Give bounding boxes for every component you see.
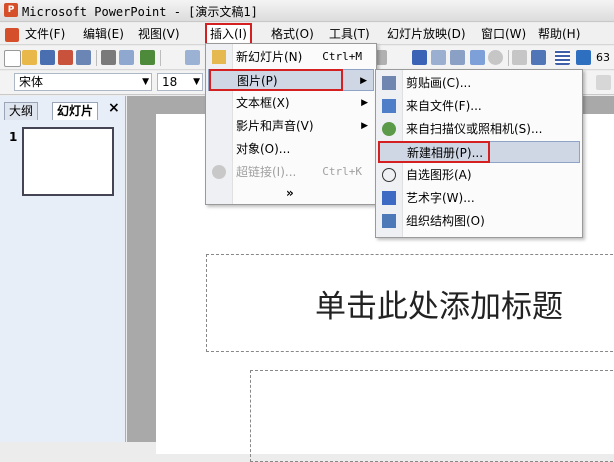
- toolbar-options-icon[interactable]: [596, 75, 611, 90]
- chevron-down-icon: ▼: [142, 77, 149, 87]
- menu-window[interactable]: 窗口(W): [478, 25, 529, 43]
- font-value: 宋体: [19, 75, 44, 89]
- menu-item-label: 剪贴画(C)...: [406, 76, 472, 90]
- slide-thumbnail[interactable]: [22, 127, 114, 196]
- expand-chevrons-icon: »: [286, 186, 294, 200]
- menu-item-label: 来自扫描仪或照相机(S)...: [406, 122, 543, 136]
- menu-expand[interactable]: »: [208, 182, 374, 204]
- menu-view[interactable]: 视图(V): [135, 25, 183, 43]
- powerpoint-logo-icon: P: [4, 3, 18, 17]
- toolbar-separator: [96, 50, 97, 66]
- chevron-down-icon: ▼: [193, 77, 200, 87]
- menu-bar: 文件(F) 编辑(E) 视图(V) 插入(I) 格式(O) 工具(T) 幻灯片放…: [0, 23, 614, 45]
- insert-menu: 新幻灯片(N) Ctrl+M 图片(P) ▶ 文本框(X) ▶ 影片和声音(V)…: [205, 43, 377, 205]
- table-icon[interactable]: [431, 50, 446, 65]
- menu-item-scanner-camera[interactable]: 来自扫描仪或照相机(S)...: [378, 118, 580, 140]
- red-highlight-box: [378, 141, 490, 163]
- expand-icon[interactable]: [512, 50, 527, 65]
- menu-item-shortcut: Ctrl+K: [322, 165, 362, 178]
- menu-item-hyperlink[interactable]: 超链接(I)... Ctrl+K: [208, 161, 374, 183]
- picture-file-icon: [382, 99, 396, 113]
- menu-item-object[interactable]: 对象(O)...: [208, 138, 374, 160]
- new-icon[interactable]: [4, 50, 21, 67]
- hyperlink-globe-icon: [212, 165, 226, 179]
- menu-item-org-chart[interactable]: 组织结构图(O): [378, 210, 580, 232]
- menu-edit[interactable]: 编辑(E): [80, 25, 127, 43]
- menu-item-new-slide[interactable]: 新幻灯片(N) Ctrl+M: [208, 46, 374, 68]
- tables-borders-icon[interactable]: [450, 50, 465, 65]
- submenu-arrow-icon: ▶: [361, 121, 368, 131]
- menu-item-from-file[interactable]: 来自文件(F)...: [378, 95, 580, 117]
- menu-item-autoshapes[interactable]: 自选图形(A): [378, 164, 580, 186]
- title-bar: P Microsoft PowerPoint - [演示文稿1]: [0, 0, 614, 22]
- submenu-arrow-icon: ▶: [361, 98, 368, 108]
- menu-help[interactable]: 帮助(H): [535, 25, 583, 43]
- toolbar-separator: [160, 50, 161, 66]
- hyperlink-icon[interactable]: [488, 50, 503, 65]
- menu-item-clipart[interactable]: 剪贴画(C)...: [378, 72, 580, 94]
- new-slide-icon: [212, 50, 226, 64]
- org-chart-icon: [382, 214, 396, 228]
- menu-item-wordart[interactable]: 艺术字(W)...: [378, 187, 580, 209]
- menu-item-label: 新幻灯片(N): [236, 50, 303, 64]
- menu-file[interactable]: 文件(F): [22, 25, 68, 43]
- menu-item-textbox[interactable]: 文本框(X) ▶: [208, 92, 374, 114]
- save-icon[interactable]: [40, 50, 55, 65]
- zoom-icon[interactable]: [576, 50, 591, 65]
- doc-icon: [5, 27, 19, 42]
- toolbar-separator: [508, 50, 509, 66]
- chart-icon[interactable]: [412, 50, 427, 65]
- menu-item-label: 来自文件(F)...: [406, 99, 482, 113]
- menu-item-label: 影片和声音(V): [236, 119, 314, 133]
- zoom-value[interactable]: 63: [596, 51, 610, 64]
- close-icon[interactable]: ×: [108, 100, 120, 116]
- open-folder-icon[interactable]: [22, 50, 37, 65]
- print-icon[interactable]: [101, 50, 116, 65]
- grid-icon[interactable]: [555, 50, 570, 65]
- insert-picture-icon[interactable]: [470, 50, 485, 65]
- wordart-icon: [382, 191, 396, 205]
- menu-insert[interactable]: 插入(I): [205, 23, 252, 45]
- font-size-value: 18: [162, 75, 178, 89]
- menu-tools[interactable]: 工具(T): [326, 25, 373, 43]
- email-icon[interactable]: [76, 50, 91, 65]
- color-grayscale-icon[interactable]: [531, 50, 546, 65]
- clipart-icon: [382, 76, 396, 90]
- menu-item-label: 自选图形(A): [406, 168, 472, 182]
- title-placeholder-text: 单击此处添加标题: [315, 289, 563, 325]
- menu-item-shortcut: Ctrl+M: [322, 50, 362, 63]
- menu-item-label: 超链接(I)...: [236, 165, 297, 179]
- tab-slides[interactable]: 幻灯片: [52, 102, 99, 120]
- menu-item-movies-sounds[interactable]: 影片和声音(V) ▶: [208, 115, 374, 137]
- font-select[interactable]: 宋体 ▼: [14, 73, 152, 91]
- menu-item-label: 文本框(X): [236, 96, 290, 110]
- print-preview-icon[interactable]: [119, 50, 134, 65]
- font-size-select[interactable]: 18 ▼: [157, 73, 203, 91]
- window-title: Microsoft PowerPoint - [演示文稿1]: [22, 5, 258, 19]
- menu-format[interactable]: 格式(O): [268, 25, 317, 43]
- slide-number: 1: [9, 130, 18, 144]
- menu-item-label: 艺术字(W)...: [406, 191, 475, 205]
- subtitle-placeholder[interactable]: [250, 370, 614, 462]
- picture-submenu: 剪贴画(C)... 来自文件(F)... 来自扫描仪或照相机(S)... 新建相…: [375, 69, 583, 238]
- title-placeholder[interactable]: 单击此处添加标题: [206, 254, 614, 352]
- red-highlight-box: [209, 69, 343, 91]
- menu-item-label: 组织结构图(O): [406, 214, 485, 228]
- menu-item-label: 对象(O)...: [236, 142, 291, 156]
- submenu-arrow-icon: ▶: [360, 76, 367, 86]
- permission-icon[interactable]: [58, 50, 73, 65]
- cut-icon[interactable]: [185, 50, 200, 65]
- tab-outline[interactable]: 大纲: [4, 102, 39, 120]
- autoshape-icon: [382, 168, 396, 182]
- slides-pane: 大纲 幻灯片 × 1: [0, 96, 126, 442]
- scanner-camera-icon: [382, 122, 396, 136]
- menu-slideshow[interactable]: 幻灯片放映(D): [384, 25, 469, 43]
- spelling-icon[interactable]: [140, 50, 155, 65]
